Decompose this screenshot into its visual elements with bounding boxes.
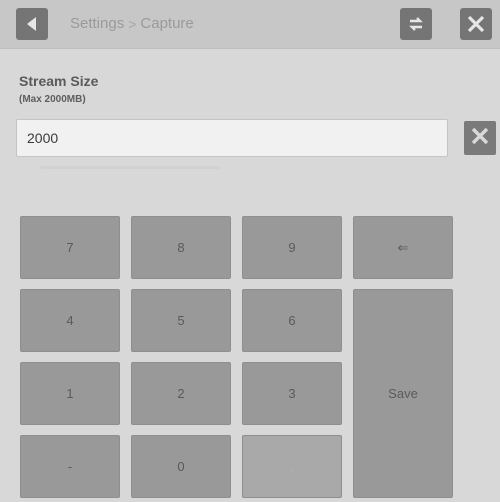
breadcrumb-current: Capture (140, 15, 194, 32)
back-button[interactable] (16, 8, 48, 40)
close-button[interactable] (460, 8, 492, 40)
stream-size-input[interactable]: 2000 (16, 119, 448, 157)
field-subtitle: (Max 2000MB) (19, 94, 86, 105)
key-decimal[interactable]: . (242, 435, 342, 498)
backspace-button[interactable]: ⇐ (353, 216, 453, 279)
key-7[interactable]: 7 (20, 216, 120, 279)
breadcrumb: Settings > Capture (70, 15, 194, 32)
key-3[interactable]: 3 (242, 362, 342, 425)
swap-icon (406, 14, 426, 34)
breadcrumb-parent[interactable]: Settings (70, 15, 124, 32)
close-icon (466, 14, 486, 34)
key-8[interactable]: 8 (131, 216, 231, 279)
breadcrumb-separator: > (128, 15, 137, 32)
back-arrow-icon (23, 15, 41, 33)
key-0[interactable]: 0 (131, 435, 231, 498)
save-button[interactable]: Save (353, 289, 453, 498)
key-4[interactable]: 4 (20, 289, 120, 352)
backspace-icon: ⇐ (397, 239, 409, 255)
key-5[interactable]: 5 (131, 289, 231, 352)
key-minus[interactable]: - (20, 435, 120, 498)
key-9[interactable]: 9 (242, 216, 342, 279)
header-bar: Settings > Capture (0, 0, 500, 49)
key-2[interactable]: 2 (131, 362, 231, 425)
hint-line (40, 166, 220, 169)
key-1[interactable]: 1 (20, 362, 120, 425)
swap-button[interactable] (400, 8, 432, 40)
clear-button[interactable] (464, 121, 496, 155)
key-6[interactable]: 6 (242, 289, 342, 352)
clear-icon (470, 126, 490, 151)
field-title: Stream Size (19, 73, 99, 89)
